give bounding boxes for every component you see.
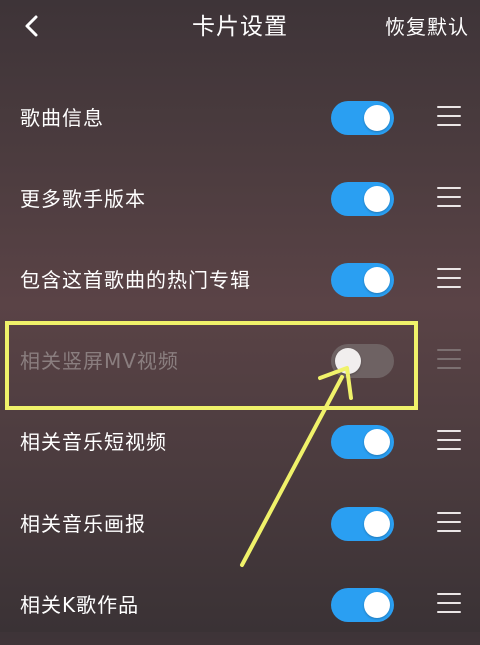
toggle-knob: [364, 429, 390, 455]
toggle-knob: [364, 186, 390, 212]
toggle-knob: [364, 105, 390, 131]
setting-toggle[interactable]: [331, 425, 394, 459]
setting-row-more-versions: 更多歌手版本: [0, 159, 480, 239]
drag-handle-icon[interactable]: [437, 187, 461, 209]
setting-row-song-info: 歌曲信息: [0, 78, 480, 158]
top-bar: 卡片设置 恢复默认: [0, 0, 480, 56]
drag-handle-icon[interactable]: [437, 268, 461, 290]
setting-toggle[interactable]: [331, 507, 394, 541]
drag-handle-icon[interactable]: [437, 349, 461, 371]
drag-handle-icon[interactable]: [437, 106, 461, 128]
setting-label: 相关音乐画报: [20, 512, 146, 536]
toggle-knob: [364, 592, 390, 618]
setting-row-hot-albums: 包含这首歌曲的热门专辑: [0, 240, 480, 320]
drag-handle-icon[interactable]: [437, 430, 461, 452]
annotation-highlight-box: [5, 321, 418, 410]
setting-toggle[interactable]: [331, 182, 394, 216]
setting-label: 相关音乐短视频: [20, 430, 167, 454]
drag-handle-icon[interactable]: [437, 512, 461, 534]
restore-default-button[interactable]: 恢复默认: [385, 12, 469, 42]
setting-label: 歌曲信息: [20, 106, 104, 130]
setting-toggle[interactable]: [331, 588, 394, 622]
setting-label: 相关K歌作品: [20, 593, 140, 617]
setting-row-music-posters: 相关音乐画报: [0, 484, 480, 564]
setting-row-karaoke-works: 相关K歌作品: [0, 565, 480, 645]
toggle-knob: [364, 511, 390, 537]
setting-row-short-videos: 相关音乐短视频: [0, 402, 480, 482]
toggle-knob: [364, 267, 390, 293]
setting-label: 更多歌手版本: [20, 187, 146, 211]
setting-label: 包含这首歌曲的热门专辑: [20, 268, 251, 292]
drag-handle-icon[interactable]: [437, 593, 461, 615]
setting-toggle[interactable]: [331, 263, 394, 297]
setting-toggle[interactable]: [331, 101, 394, 135]
